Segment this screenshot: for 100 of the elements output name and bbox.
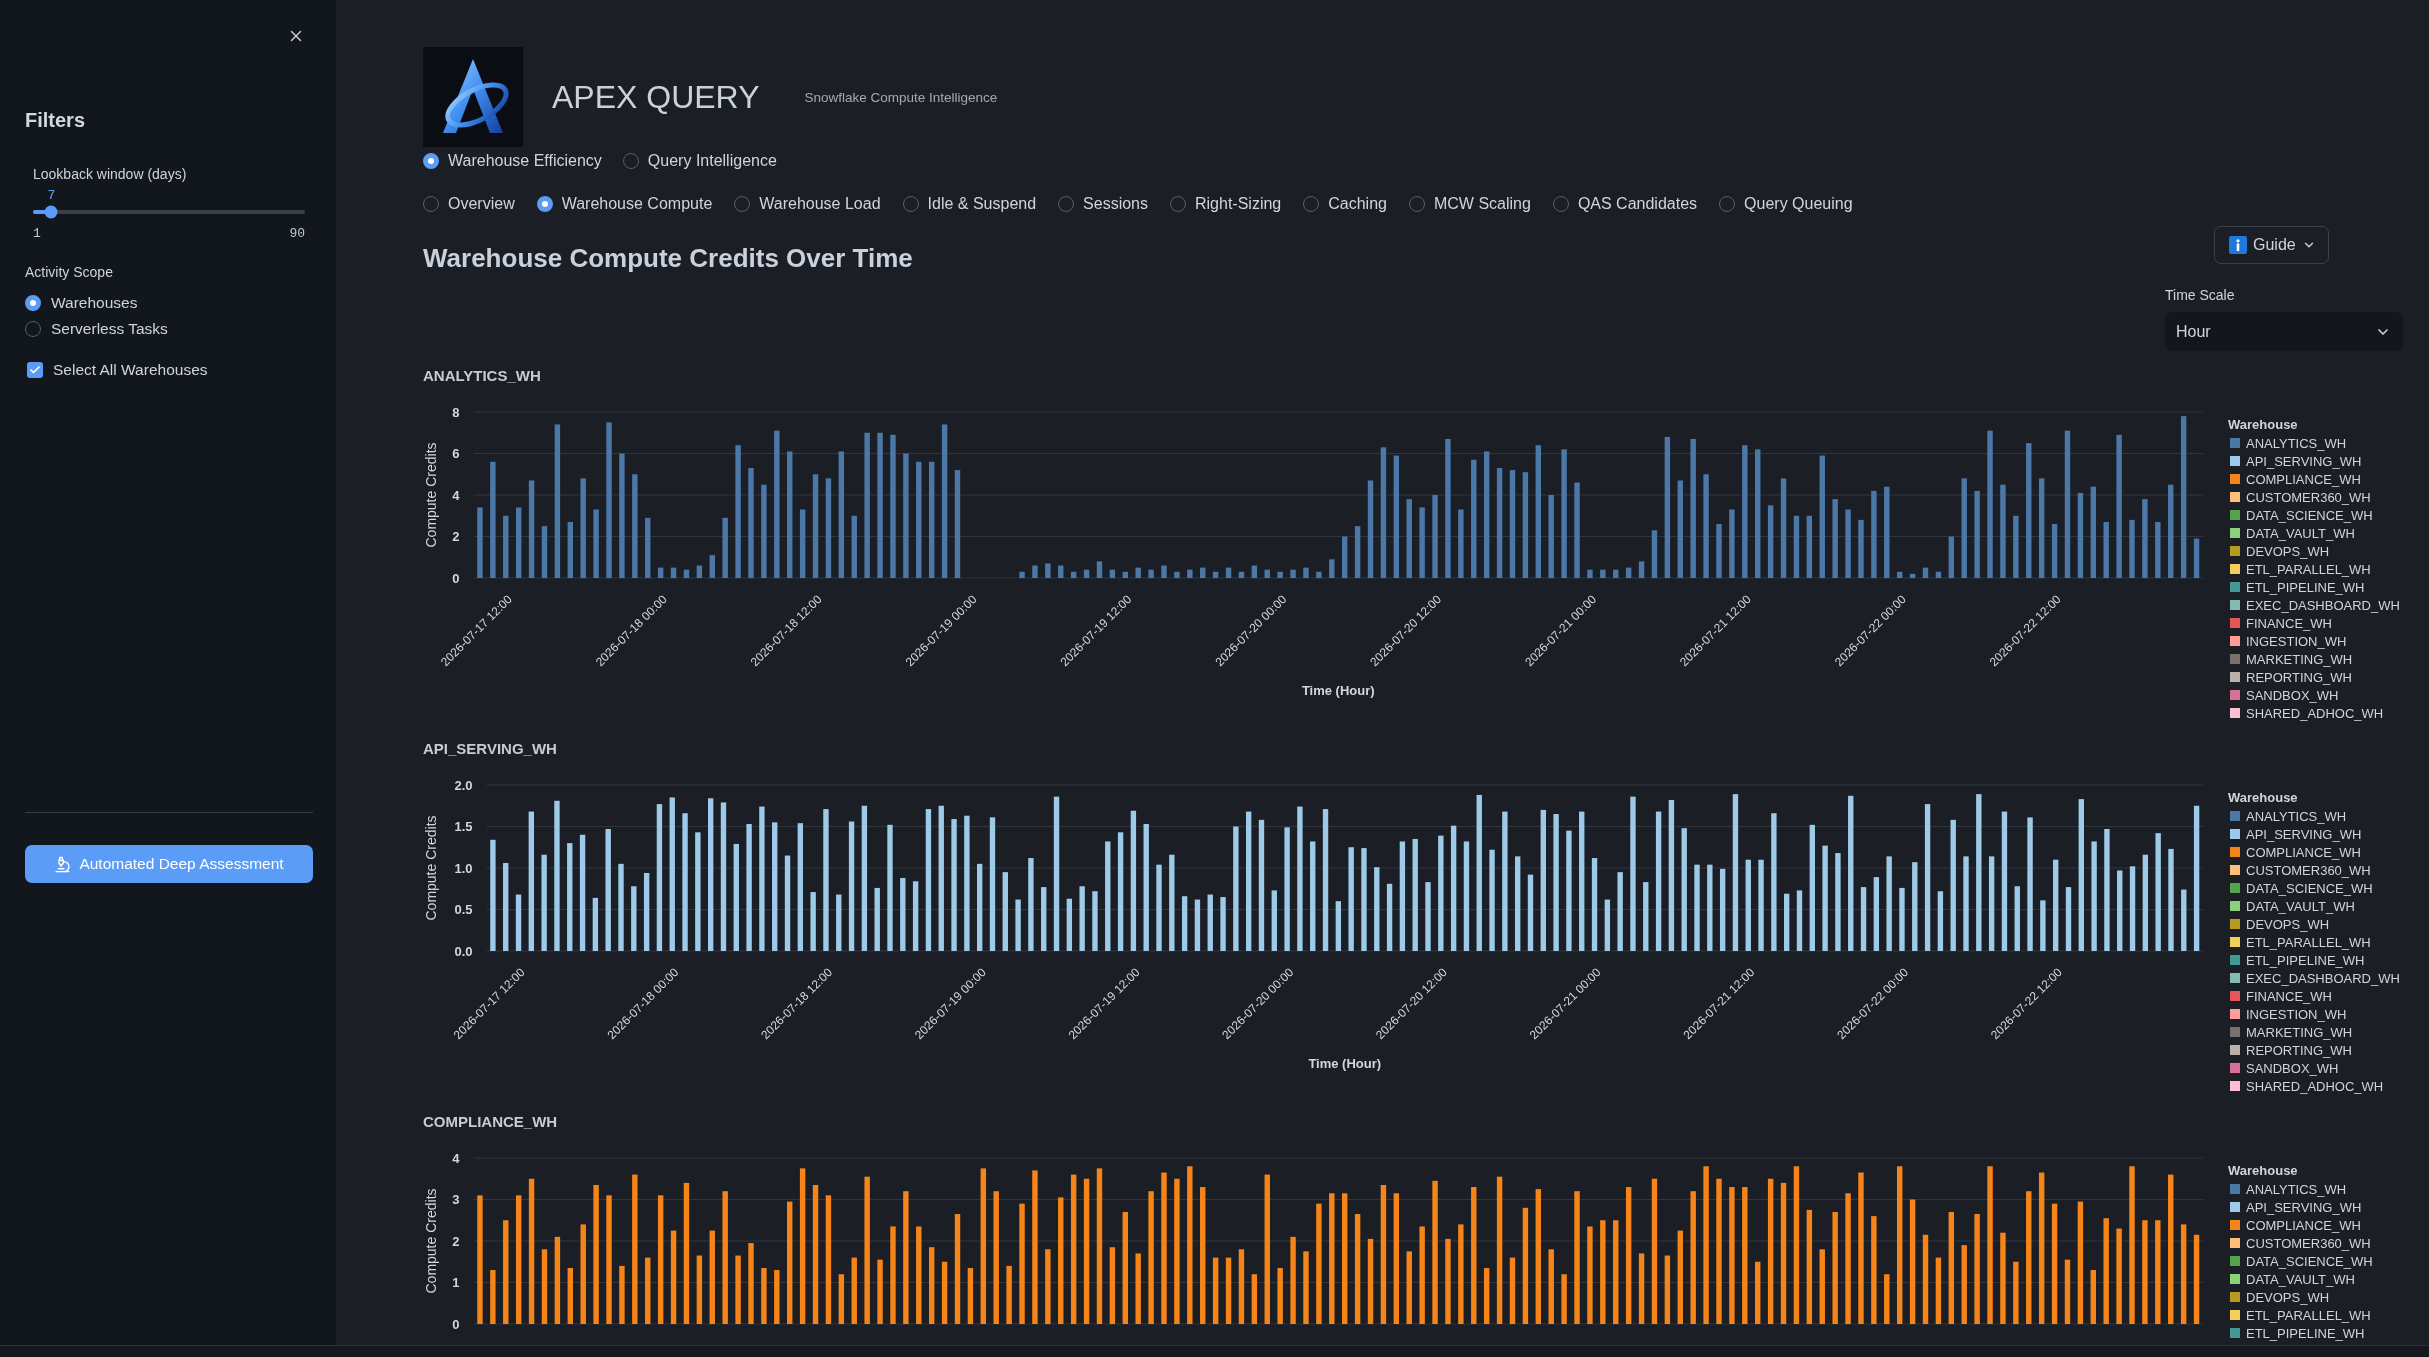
legend-label: INGESTION_WH: [2246, 633, 2347, 649]
chart-bar: [1793, 515, 1800, 578]
legend-label: DEVOPS_WH: [2246, 916, 2330, 932]
chart-bar: [1032, 565, 1038, 578]
legend-label: MARKETING_WH: [2246, 651, 2353, 667]
chart-bar: [1212, 571, 1219, 578]
chart-bar: [2155, 522, 2161, 578]
chart-bar: [1909, 573, 1916, 578]
chart-bar: [1135, 567, 1141, 578]
chart-bar: [2193, 538, 2200, 578]
chart-bar: [1509, 1257, 1516, 1324]
chart-bar: [1419, 507, 1425, 578]
radio-option[interactable]: Warehouse Load: [734, 193, 881, 215]
radio-option[interactable]: Query Intelligence: [622, 150, 777, 172]
y-tick-label: 1.5: [454, 819, 473, 834]
chart-bar: [1207, 894, 1213, 951]
y-tick-label: 2: [452, 529, 460, 544]
y-tick-label: 2: [452, 1233, 460, 1249]
legend-label: FINANCE_WH: [2246, 988, 2332, 1004]
guide-button[interactable]: Guide: [2214, 226, 2329, 264]
time-scale-select[interactable]: Hour: [2165, 312, 2403, 351]
chart-bar: [722, 517, 728, 578]
radio-option[interactable]: Sessions: [1058, 193, 1148, 215]
chart-bar: [1651, 530, 1658, 578]
y-tick-label: 4: [452, 1150, 460, 1166]
radio-option[interactable]: Query Queuing: [1719, 193, 1853, 215]
chart-bar: [912, 881, 919, 951]
y-tick-label: 3: [452, 1192, 460, 1207]
chart-bar: [490, 1270, 496, 1324]
chart-bar: [1386, 883, 1393, 951]
chart-bar: [2090, 1270, 2096, 1324]
radio-option[interactable]: Overview: [423, 193, 515, 215]
chart-bar: [709, 555, 715, 578]
chart-bar: [851, 1257, 857, 1324]
chart-bar: [774, 1270, 780, 1324]
radio-option[interactable]: Serverless Tasks: [25, 318, 168, 340]
chart-bar: [1561, 1274, 1567, 1324]
checkbox-icon[interactable]: [27, 362, 43, 378]
chart-bar: [1109, 569, 1116, 578]
chart-bar: [967, 1267, 974, 1324]
y-tick-label: 0.5: [454, 902, 473, 917]
chart-bar: [1587, 569, 1593, 578]
checkbox-option[interactable]: Select All Warehouses: [27, 359, 208, 381]
legend-label: EXEC_DASHBOARD_WH: [2246, 970, 2400, 986]
axis-title: Time (Hour): [1301, 683, 1375, 698]
radio-icon[interactable]: [25, 295, 41, 311]
legend-label: COMPLIANCE_WH: [2246, 471, 2361, 487]
chart-bar: [1238, 571, 1245, 578]
radio-option[interactable]: Warehouses: [25, 292, 138, 314]
slider-min-label: 1: [33, 226, 41, 242]
chart-bar: [1290, 569, 1296, 578]
legend-label: CUSTOMER360_WH: [2246, 489, 2371, 505]
section-title: Warehouse Compute Credits Over Time: [423, 242, 913, 275]
y-tick-label: 0: [452, 1316, 460, 1332]
legend-label: MARKETING_WH: [2246, 1024, 2353, 1040]
sidebar-title: Filters: [25, 108, 86, 133]
chart-bar: [1935, 571, 1942, 578]
chart-bar: [592, 897, 599, 951]
radio-icon[interactable]: [423, 153, 439, 169]
legend-label: SANDBOX_WH: [2246, 687, 2339, 703]
chart-bar: [1015, 899, 1021, 951]
chart-bar: [631, 886, 637, 951]
legend-label: DATA_VAULT_WH: [2246, 898, 2355, 914]
chart-bar: [1935, 1257, 1942, 1324]
chart-bar: [836, 894, 842, 951]
chart-bar: [593, 509, 599, 578]
legend-label: DATA_VAULT_WH: [2246, 525, 2355, 541]
legend-label: API_SERVING_WH: [2246, 826, 2362, 842]
chart-bar: [1174, 571, 1180, 578]
chart-bar: [1083, 569, 1090, 578]
chart-bar: [477, 507, 483, 578]
chart-bar: [1225, 567, 1232, 578]
slider-thumb[interactable]: [44, 205, 58, 219]
radio-option[interactable]: MCW Scaling: [1408, 193, 1531, 215]
y-tick-label: 6: [452, 446, 460, 461]
chart-bar: [2065, 887, 2072, 951]
legend-label: ANALYTICS_WH: [2246, 808, 2347, 824]
app-title: APEX QUERY: [552, 78, 760, 116]
radio-option[interactable]: Caching: [1303, 193, 1387, 215]
chart-bar: [1264, 569, 1270, 578]
legend-label: REPORTING_WH: [2246, 1042, 2352, 1058]
legend-label: EXEC_DASHBOARD_WH: [2246, 597, 2400, 613]
radio-option[interactable]: Warehouse Compute: [536, 193, 713, 215]
legend-label: ANALYTICS_WH: [2246, 435, 2347, 451]
chart-bar: [851, 515, 857, 578]
chart-bar: [1277, 1267, 1283, 1324]
radio-option[interactable]: QAS Candidates: [1552, 193, 1698, 215]
chart-bar: [1212, 1257, 1219, 1324]
chart-bar: [2013, 515, 2019, 578]
radio-icon[interactable]: [536, 196, 553, 212]
info-icon: [2229, 236, 2247, 254]
radio-option[interactable]: Warehouse Efficiency: [423, 150, 602, 172]
legend-label: ETL_PIPELINE_WH: [2246, 1325, 2365, 1341]
chart-bar: [670, 567, 677, 578]
legend-label: COMPLIANCE_WH: [2246, 1217, 2361, 1233]
chart-bar: [1729, 509, 1735, 578]
radio-option[interactable]: Idle & Suspend: [902, 193, 1037, 215]
chart-bar: [515, 894, 522, 951]
radio-option[interactable]: Right-Sizing: [1170, 193, 1282, 215]
chart-bar: [683, 569, 690, 578]
